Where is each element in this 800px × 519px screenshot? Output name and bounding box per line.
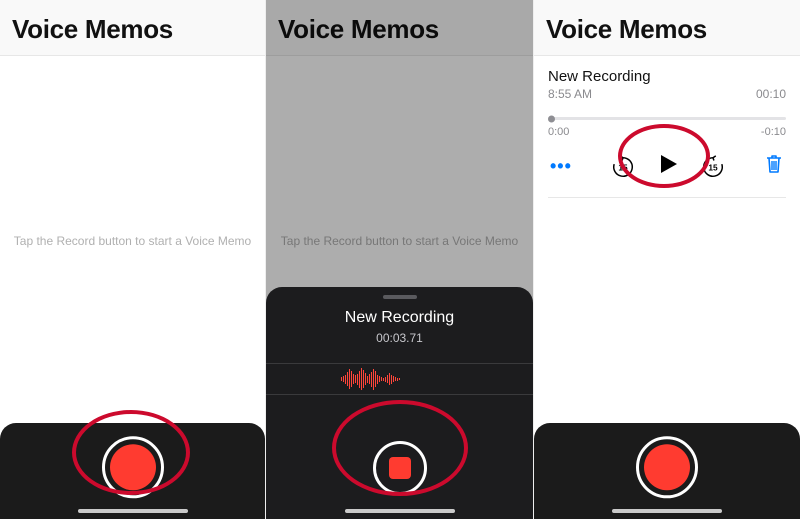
header: Voice Memos bbox=[0, 0, 265, 56]
record-ring-icon bbox=[636, 436, 698, 498]
recording-sheet[interactable]: New Recording 00:03.71 bbox=[266, 287, 533, 519]
record-dot-icon bbox=[644, 444, 690, 490]
svg-text:15: 15 bbox=[708, 162, 718, 172]
play-icon bbox=[656, 152, 680, 176]
stop-button[interactable] bbox=[373, 441, 427, 495]
record-bar bbox=[534, 423, 800, 519]
playback-remaining: -0:10 bbox=[761, 126, 786, 138]
recording-name: New Recording bbox=[266, 309, 533, 327]
stop-ring-icon bbox=[373, 441, 427, 495]
record-button[interactable] bbox=[102, 436, 164, 498]
skip-forward-icon: 15 bbox=[700, 154, 726, 180]
more-button[interactable]: ••• bbox=[550, 156, 572, 177]
empty-hint: Tap the Record button to start a Voice M… bbox=[0, 234, 265, 248]
playback-position: 0:00 bbox=[548, 126, 569, 138]
header: Voice Memos bbox=[534, 0, 800, 56]
divider bbox=[548, 197, 786, 198]
play-button[interactable] bbox=[656, 152, 680, 181]
elapsed-time: 00:03.71 bbox=[266, 331, 533, 345]
scrubber-thumb[interactable] bbox=[548, 115, 555, 122]
record-dot-icon bbox=[110, 444, 156, 490]
screen-idle: Voice Memos Tap the Record button to sta… bbox=[0, 0, 266, 519]
recording-duration: 00:10 bbox=[756, 87, 786, 101]
recording-item[interactable]: New Recording 8:55 AM 00:10 0:00 -0:10 •… bbox=[534, 56, 800, 198]
skip-forward-button[interactable]: 15 bbox=[700, 154, 726, 180]
trash-icon bbox=[764, 153, 784, 175]
stop-square-icon bbox=[389, 457, 411, 479]
page-title: Voice Memos bbox=[546, 14, 788, 45]
page-title: Voice Memos bbox=[12, 14, 253, 45]
record-button[interactable] bbox=[636, 436, 698, 498]
scrubber[interactable] bbox=[548, 117, 786, 120]
skip-back-icon: 15 bbox=[610, 154, 636, 180]
screen-playback: Voice Memos New Recording 8:55 AM 00:10 … bbox=[534, 0, 800, 519]
waveform[interactable] bbox=[266, 363, 533, 395]
home-indicator bbox=[612, 509, 722, 513]
record-bar bbox=[0, 423, 265, 519]
delete-button[interactable] bbox=[764, 153, 784, 180]
waveform-bars-icon bbox=[280, 368, 400, 390]
home-indicator bbox=[345, 509, 455, 513]
skip-back-button[interactable]: 15 bbox=[610, 154, 636, 180]
recording-name: New Recording bbox=[548, 68, 786, 85]
home-indicator bbox=[78, 509, 188, 513]
svg-text:15: 15 bbox=[618, 162, 628, 172]
record-ring-icon bbox=[102, 436, 164, 498]
sheet-grabber[interactable] bbox=[383, 295, 417, 299]
screen-recording: Voice Memos Tap the Record button to sta… bbox=[266, 0, 534, 519]
recording-time-label: 8:55 AM bbox=[548, 87, 592, 101]
